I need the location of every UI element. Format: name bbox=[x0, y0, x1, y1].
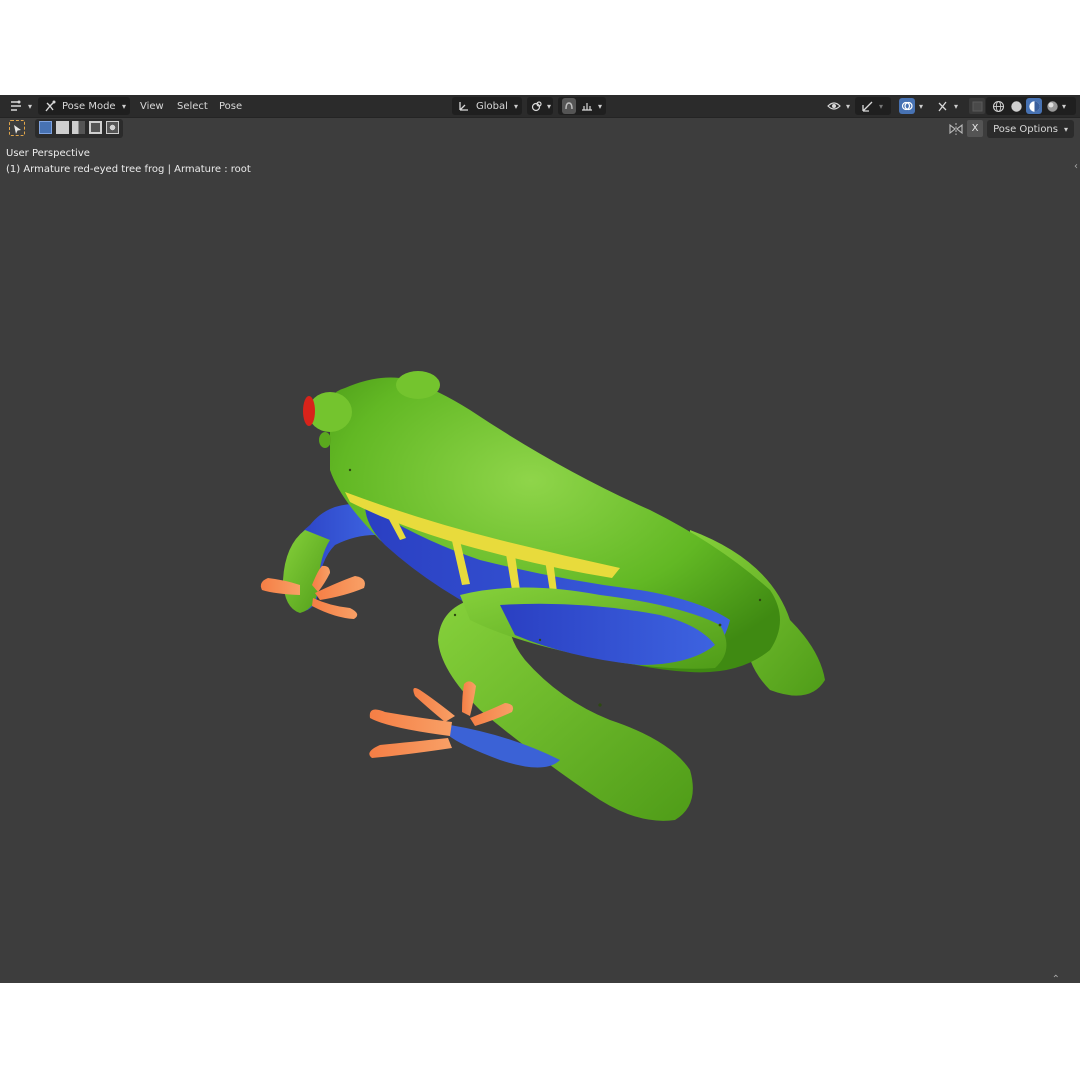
frog-hind-leg bbox=[438, 587, 727, 821]
frog-eye-bump-right bbox=[396, 371, 440, 399]
blender-window: ▾ Pose Mode ▾ View Select Pose Global ▾ … bbox=[0, 95, 1080, 983]
frog-3d-model[interactable] bbox=[0, 95, 1080, 983]
frog-eye-red bbox=[303, 396, 315, 426]
